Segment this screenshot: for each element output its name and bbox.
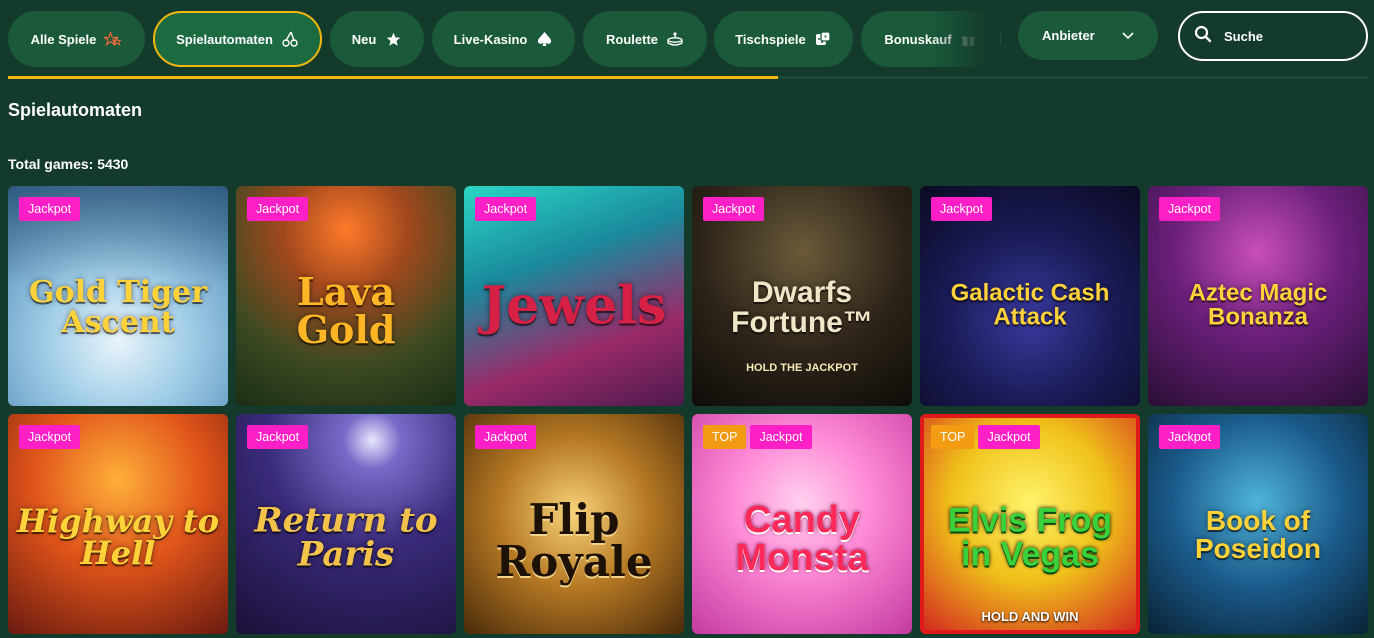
- tab-roulette[interactable]: Roulette: [583, 11, 707, 67]
- game-tile[interactable]: Candy Monsta TOP Jackpot: [692, 414, 912, 634]
- game-badges: Jackpot: [475, 197, 537, 221]
- stars-icon: [104, 30, 122, 48]
- jackpot-badge: Jackpot: [978, 425, 1040, 449]
- tab-spielautomaten[interactable]: Spielautomaten: [153, 11, 322, 67]
- jackpot-badge: Jackpot: [750, 425, 812, 449]
- star-icon: [384, 30, 402, 48]
- jackpot-badge: Jackpot: [19, 197, 81, 221]
- game-tile[interactable]: Return to Paris Jackpot: [236, 414, 456, 634]
- game-title: Galactic Cash Attack: [950, 279, 1110, 331]
- tab-label: Live-Kasino: [453, 31, 528, 47]
- game-badges: Jackpot: [19, 197, 81, 221]
- provider-dropdown-label: Anbieter: [1042, 28, 1095, 43]
- tab-label: Alle Spiele: [30, 31, 97, 47]
- game-title: Aztec Magic Bonanza: [1188, 279, 1328, 331]
- game-title: Flip Royale: [495, 494, 653, 586]
- game-tile[interactable]: Jewels Jackpot: [464, 186, 684, 406]
- search-input[interactable]: [1222, 27, 1356, 45]
- game-badges: Jackpot: [247, 425, 309, 449]
- game-title: Highway to Hell: [16, 501, 220, 572]
- tab-live-kasino[interactable]: Live-Kasino: [432, 11, 575, 67]
- jackpot-badge: Jackpot: [247, 197, 309, 221]
- game-tile[interactable]: Gold Tiger Ascent Jackpot: [8, 186, 228, 406]
- game-subtitle: HOLD THE JACKPOT: [746, 362, 858, 374]
- game-title: Gold Tiger Ascent: [28, 275, 208, 340]
- game-subtitle: HOLD AND WIN: [981, 609, 1079, 624]
- tab-label: Spielautomaten: [176, 31, 273, 47]
- section-title: Spielautomaten: [8, 100, 143, 120]
- jackpot-badge: Jackpot: [1159, 197, 1221, 221]
- nav-fade-overlay: [930, 11, 1000, 67]
- game-title: Dwarfs Fortune™: [731, 276, 873, 339]
- game-tile[interactable]: Book of Poseidon Jackpot: [1148, 414, 1368, 634]
- search-icon: [1194, 25, 1212, 48]
- game-tile[interactable]: Lava Gold Jackpot: [236, 186, 456, 406]
- tab-label: Neu: [351, 31, 377, 47]
- cherries-icon: [281, 30, 299, 48]
- game-title: Return to Paris: [254, 500, 438, 575]
- game-title: Candy Monsta: [735, 499, 869, 580]
- game-tile[interactable]: Aztec Magic Bonanza Jackpot: [1148, 186, 1368, 406]
- chevron-down-icon: [1122, 28, 1134, 43]
- game-title: Jewels: [481, 275, 667, 337]
- game-badges: Jackpot: [475, 425, 537, 449]
- game-tile[interactable]: Galactic Cash Attack Jackpot: [920, 186, 1140, 406]
- tab-tischspiele[interactable]: Tischspiele: [714, 11, 853, 67]
- game-badges: Jackpot: [247, 197, 309, 221]
- total-games-count: Total games: 5430: [8, 156, 129, 172]
- game-title: Book of Poseidon: [1194, 505, 1321, 565]
- game-title: Elvis Frog in Vegas: [947, 501, 1113, 574]
- jackpot-badge: Jackpot: [247, 425, 309, 449]
- tab-label: Roulette: [606, 31, 658, 47]
- nav-scroll-progress: [8, 76, 778, 79]
- game-badges: Jackpot: [19, 425, 81, 449]
- jackpot-badge: Jackpot: [475, 197, 537, 221]
- roulette-icon: [666, 30, 684, 48]
- game-tile[interactable]: Highway to Hell Jackpot: [8, 414, 228, 634]
- nav-scroll-track: [8, 76, 1368, 79]
- game-badges: TOP Jackpot: [931, 425, 1040, 449]
- game-title: Lava Gold: [296, 269, 396, 353]
- game-badges: Jackpot: [931, 197, 993, 221]
- dice-icon: [814, 30, 832, 48]
- tab-alle-spiele[interactable]: Alle Spiele: [8, 11, 145, 67]
- jackpot-badge: Jackpot: [1159, 425, 1221, 449]
- spade-icon: [535, 30, 553, 48]
- game-badges: Jackpot: [703, 197, 765, 221]
- game-tile[interactable]: Elvis Frog in Vegas HOLD AND WIN TOP Jac…: [920, 414, 1140, 634]
- game-tile[interactable]: Flip Royale Jackpot: [464, 414, 684, 634]
- top-badge: TOP: [931, 425, 975, 449]
- jackpot-badge: Jackpot: [703, 197, 765, 221]
- game-badges: Jackpot: [1159, 425, 1221, 449]
- search-box: [1178, 11, 1368, 61]
- game-badges: TOP Jackpot: [703, 425, 812, 449]
- top-badge: TOP: [703, 425, 747, 449]
- tab-neu[interactable]: Neu: [330, 11, 424, 67]
- game-badges: Jackpot: [1159, 197, 1221, 221]
- game-tile[interactable]: Dwarfs Fortune™ HOLD THE JACKPOT Jackpot: [692, 186, 912, 406]
- jackpot-badge: Jackpot: [931, 197, 993, 221]
- jackpot-badge: Jackpot: [475, 425, 537, 449]
- tab-label: Tischspiele: [735, 31, 806, 47]
- jackpot-badge: Jackpot: [19, 425, 81, 449]
- provider-dropdown[interactable]: Anbieter: [1018, 11, 1158, 60]
